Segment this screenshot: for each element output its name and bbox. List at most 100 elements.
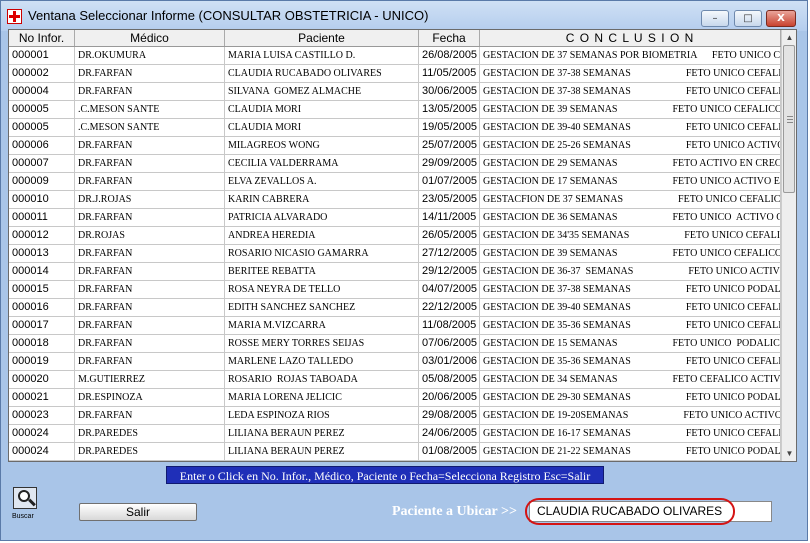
- cell-conclusion[interactable]: GESTACION DE 25-26 SEMANAS FETO UNICO AC…: [480, 137, 781, 154]
- cell-conclusion[interactable]: GESTACION DE 39-40 SEMANAS FETO UNICO CE…: [480, 299, 781, 316]
- cell-medico[interactable]: DR.FARFAN: [75, 83, 225, 100]
- cell-conclusion[interactable]: GESTACION DE 34 SEMANAS FETO CEFALICO AC…: [480, 371, 781, 388]
- cell-medico[interactable]: DR.FARFAN: [75, 209, 225, 226]
- table-row[interactable]: 000005 .C.MESON SANTE CLAUDIA MORI 13/05/20…: [9, 101, 781, 119]
- cell-fecha[interactable]: 03/01/2006: [419, 353, 480, 370]
- cell-medico[interactable]: DR.J.ROJAS: [75, 191, 225, 208]
- table-row[interactable]: 000001 DR.OKUMURA MARIA LUISA CASTILLO D. 2…: [9, 47, 781, 65]
- cell-medico[interactable]: DR.FARFAN: [75, 281, 225, 298]
- cell-conclusion[interactable]: GESTACION DE 37-38 SEMANAS FETO UNICO CE…: [480, 83, 781, 100]
- cell-no-infor[interactable]: 000017: [9, 317, 75, 334]
- scroll-down-icon[interactable]: ▼: [782, 446, 796, 461]
- cell-medico[interactable]: DR.ROJAS: [75, 227, 225, 244]
- cell-conclusion[interactable]: GESTACION DE 39-40 SEMANAS FETO UNICO CE…: [480, 119, 781, 136]
- vertical-scrollbar[interactable]: ▲ ▼: [781, 30, 796, 461]
- cell-medico[interactable]: DR.FARFAN: [75, 353, 225, 370]
- cell-conclusion[interactable]: GESTACION DE 16-17 SEMANAS FETO UNICO CE…: [480, 425, 781, 442]
- cell-fecha[interactable]: 13/05/2005: [419, 101, 480, 118]
- cell-no-infor[interactable]: 000007: [9, 155, 75, 172]
- cell-paciente[interactable]: CLAUDIA RUCABADO OLIVARES: [225, 65, 419, 82]
- cell-no-infor[interactable]: 000009: [9, 173, 75, 190]
- cell-no-infor[interactable]: 000005: [9, 119, 75, 136]
- cell-no-infor[interactable]: 000023: [9, 407, 75, 424]
- cell-medico[interactable]: DR.FARFAN: [75, 263, 225, 280]
- table-row[interactable]: 000024 DR.PAREDES LILIANA BERAUN PEREZ 24/0…: [9, 425, 781, 443]
- cell-no-infor[interactable]: 000016: [9, 299, 75, 316]
- cell-paciente[interactable]: CLAUDIA MORI: [225, 101, 419, 118]
- table-row[interactable]: 000017 DR.FARFAN MARIA M.VIZCARRA 11/08/200…: [9, 317, 781, 335]
- cell-conclusion[interactable]: GESTACION DE 35-36 SEMANAS FETO UNICO CE…: [480, 353, 781, 370]
- cell-conclusion[interactable]: GESTACION DE 35-36 SEMANAS FETO UNICO CE…: [480, 317, 781, 334]
- scrollbar-thumb[interactable]: [783, 45, 795, 193]
- cell-paciente[interactable]: SILVANA GOMEZ ALMACHE: [225, 83, 419, 100]
- column-header-conclusion[interactable]: C O N C L U S I O N: [480, 30, 781, 46]
- reports-grid[interactable]: No Infor. Médico Paciente Fecha C O N C …: [8, 29, 797, 462]
- cell-fecha[interactable]: 23/05/2005: [419, 191, 480, 208]
- cell-paciente[interactable]: ROSARIO ROJAS TABOADA: [225, 371, 419, 388]
- cell-fecha[interactable]: 24/06/2005: [419, 425, 480, 442]
- cell-conclusion[interactable]: GESTACION DE 29 SEMANAS FETO ACTIVO EN C…: [480, 155, 781, 172]
- patient-search-input[interactable]: CLAUDIA RUCABADO OLIVARES: [529, 501, 772, 522]
- cell-paciente[interactable]: ROSA NEYRA DE TELLO: [225, 281, 419, 298]
- cell-medico[interactable]: DR.FARFAN: [75, 317, 225, 334]
- cell-paciente[interactable]: MARIA M.VIZCARRA: [225, 317, 419, 334]
- cell-medico[interactable]: DR.FARFAN: [75, 137, 225, 154]
- cell-medico[interactable]: DR.PAREDES: [75, 443, 225, 460]
- cell-conclusion[interactable]: GESTACION DE 21-22 SEMANAS FETO UNICO PO…: [480, 443, 781, 460]
- table-row[interactable]: 000021 DR.ESPINOZA MARIA LORENA JELICIC 20/…: [9, 389, 781, 407]
- table-row[interactable]: 000014 DR.FARFAN BERITEE REBATTA 29/12/2005…: [9, 263, 781, 281]
- cell-no-infor[interactable]: 000021: [9, 389, 75, 406]
- cell-paciente[interactable]: LILIANA BERAUN PEREZ: [225, 425, 419, 442]
- cell-paciente[interactable]: LILIANA BERAUN PEREZ: [225, 443, 419, 460]
- cell-fecha[interactable]: 14/11/2005: [419, 209, 480, 226]
- cell-fecha[interactable]: 29/08/2005: [419, 407, 480, 424]
- column-header-fecha[interactable]: Fecha: [419, 30, 480, 46]
- cell-conclusion[interactable]: GESTACION DE 37 SEMANAS POR BIOMETRIA FE…: [480, 47, 781, 64]
- buscar-button[interactable]: Buscar: [12, 487, 40, 523]
- salir-button[interactable]: Salir: [79, 503, 197, 521]
- cell-conclusion[interactable]: GESTACION DE 39 SEMANAS FETO UNICO CEFAL…: [480, 101, 781, 118]
- title-bar[interactable]: Ventana Seleccionar Informe (CONSULTAR O…: [1, 1, 807, 31]
- cell-medico[interactable]: DR.FARFAN: [75, 407, 225, 424]
- cell-paciente[interactable]: PATRICIA ALVARADO: [225, 209, 419, 226]
- table-row[interactable]: 000024 DR.PAREDES LILIANA BERAUN PEREZ 01/0…: [9, 443, 781, 461]
- table-row[interactable]: 000013 DR.FARFAN ROSARIO NICASIO GAMARRA 27…: [9, 245, 781, 263]
- cell-conclusion[interactable]: GESTACION DE 17 SEMANAS FETO UNICO ACTIV…: [480, 173, 781, 190]
- table-row[interactable]: 000011 DR.FARFAN PATRICIA ALVARADO 14/11/20…: [9, 209, 781, 227]
- table-row[interactable]: 000004 DR.FARFAN SILVANA GOMEZ ALMACHE 30/0…: [9, 83, 781, 101]
- cell-fecha[interactable]: 29/12/2005: [419, 263, 480, 280]
- cell-medico[interactable]: DR.FARFAN: [75, 335, 225, 352]
- cell-no-infor[interactable]: 000006: [9, 137, 75, 154]
- cell-no-infor[interactable]: 000024: [9, 425, 75, 442]
- column-header-no-infor[interactable]: No Infor.: [9, 30, 75, 46]
- close-button[interactable]: X: [766, 10, 796, 27]
- cell-conclusion[interactable]: GESTACION DE 36 SEMANAS FETO UNICO ACTIV…: [480, 209, 781, 226]
- cell-fecha[interactable]: 05/08/2005: [419, 371, 480, 388]
- cell-fecha[interactable]: 01/07/2005: [419, 173, 480, 190]
- cell-medico[interactable]: DR.ESPINOZA: [75, 389, 225, 406]
- cell-fecha[interactable]: 01/08/2005: [419, 443, 480, 460]
- cell-no-infor[interactable]: 000014: [9, 263, 75, 280]
- cell-no-infor[interactable]: 000005: [9, 101, 75, 118]
- cell-fecha[interactable]: 29/09/2005: [419, 155, 480, 172]
- cell-no-infor[interactable]: 000010: [9, 191, 75, 208]
- cell-fecha[interactable]: 07/06/2005: [419, 335, 480, 352]
- cell-fecha[interactable]: 25/07/2005: [419, 137, 480, 154]
- cell-paciente[interactable]: ROSARIO NICASIO GAMARRA: [225, 245, 419, 262]
- cell-medico[interactable]: .C.MESON SANTE: [75, 119, 225, 136]
- cell-conclusion[interactable]: GESTACION DE 15 SEMANAS FETO UNICO PODAL…: [480, 335, 781, 352]
- cell-medico[interactable]: M.GUTIERREZ: [75, 371, 225, 388]
- cell-medico[interactable]: DR.PAREDES: [75, 425, 225, 442]
- maximize-button[interactable]: □: [734, 10, 762, 27]
- cell-no-infor[interactable]: 000018: [9, 335, 75, 352]
- cell-fecha[interactable]: 04/07/2005: [419, 281, 480, 298]
- cell-no-infor[interactable]: 000011: [9, 209, 75, 226]
- table-row[interactable]: 000002 DR.FARFAN CLAUDIA RUCABADO OLIVARES…: [9, 65, 781, 83]
- cell-no-infor[interactable]: 000002: [9, 65, 75, 82]
- table-row[interactable]: 000018 DR.FARFAN ROSSE MERY TORRES SEIJAS 0…: [9, 335, 781, 353]
- cell-fecha[interactable]: 22/12/2005: [419, 299, 480, 316]
- cell-conclusion[interactable]: GESTACION DE 36-37 SEMANAS FETO UNICO AC…: [480, 263, 781, 280]
- cell-paciente[interactable]: MARLENE LAZO TALLEDO: [225, 353, 419, 370]
- cell-no-infor[interactable]: 000020: [9, 371, 75, 388]
- cell-no-infor[interactable]: 000001: [9, 47, 75, 64]
